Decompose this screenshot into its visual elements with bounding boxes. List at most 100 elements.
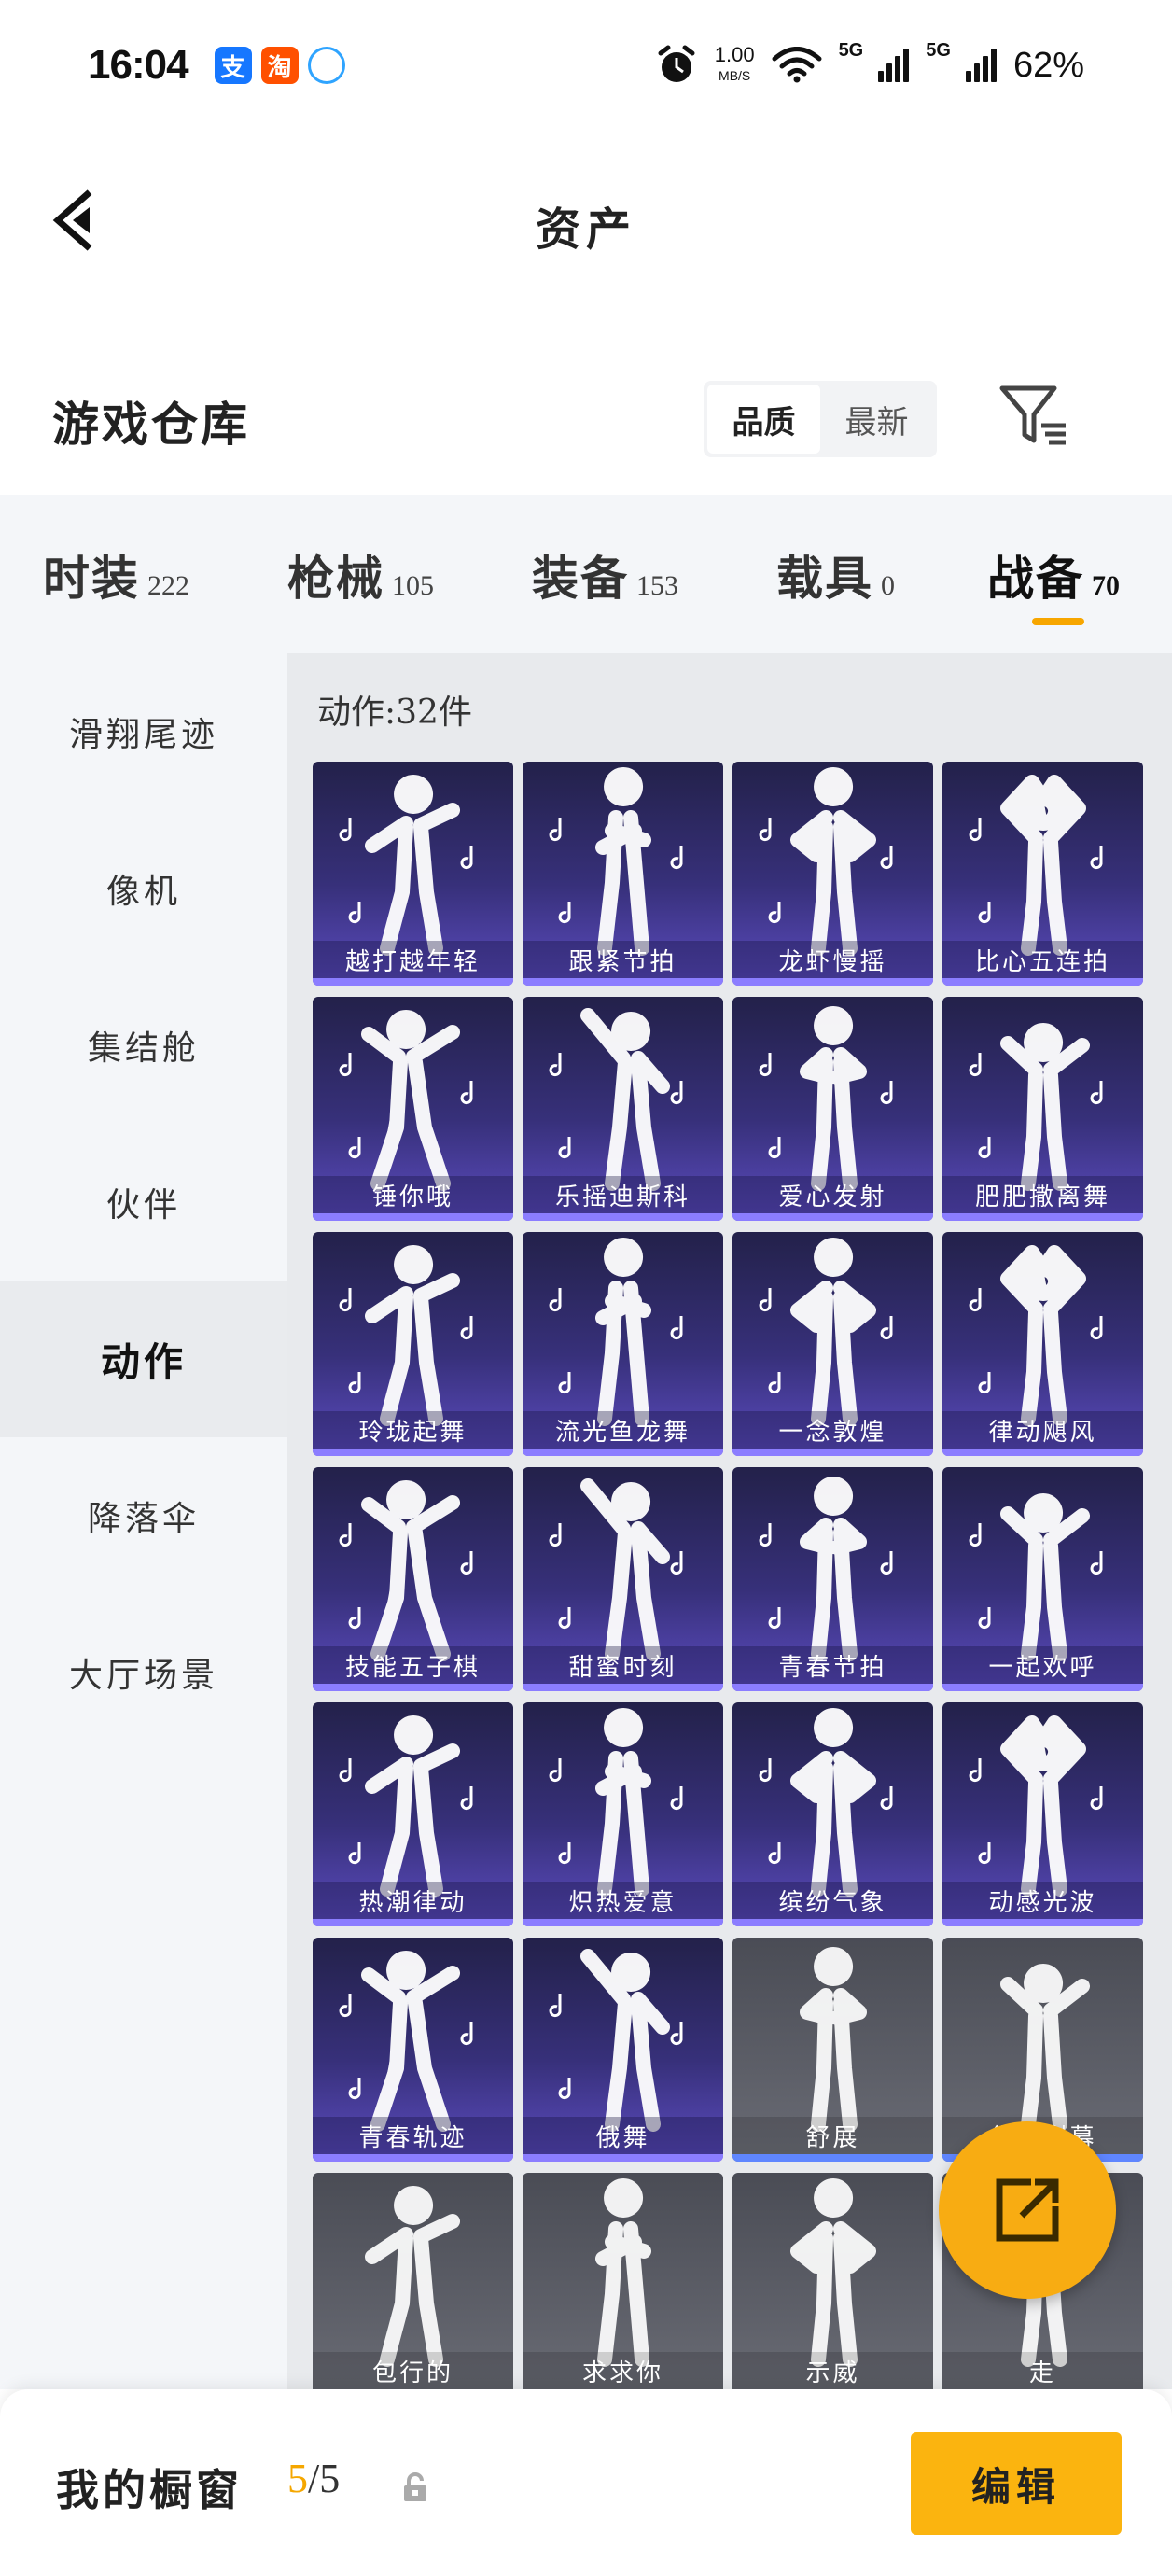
emote-card[interactable]: 一念敦煌 [732,1232,933,1456]
emote-card[interactable]: 甜蜜时刻 [523,1467,723,1691]
section-title: 游戏仓库 [52,397,250,452]
notification-icons: 支 淘 [214,47,345,84]
tab-count: 222 [147,570,189,601]
emote-card[interactable]: 技能五子棋 [313,1467,513,1691]
sidebar-item-lobby-scene[interactable]: 大厅场景 [0,1594,287,1751]
emote-card[interactable]: 锤你哦 [313,997,513,1221]
tab-label: 载具 [776,551,873,606]
emote-label: 包行的 [313,2352,513,2389]
emote-label: 律动飓风 [942,1411,1143,1449]
sidebar-item-glide-trail[interactable]: 滑翔尾迹 [0,653,287,810]
emote-label: 玲珑起舞 [313,1411,513,1449]
tab-fashion[interactable]: 时装 222 [43,541,287,653]
emote-card[interactable]: 包行的 [313,2173,513,2389]
net-type-1: 5G [838,40,864,61]
tab-label: 枪械 [287,551,384,606]
sort-newest-button[interactable]: 最新 [820,385,933,454]
emote-card[interactable]: 求求你 [523,2173,723,2389]
emote-label: 比心五连拍 [942,941,1143,978]
emote-card[interactable]: 青春节拍 [732,1467,933,1691]
net-type-2: 5G [926,40,951,61]
item-count: 动作:32件 [317,693,472,732]
emote-card[interactable]: 肥肥撒离舞 [942,997,1143,1221]
tab-readiness[interactable]: 战备 70 [987,541,1120,653]
emote-label: 动感光波 [942,1882,1143,1919]
tab-count: 0 [881,570,895,601]
emote-label: 俄舞 [523,2117,723,2154]
sort-toggle: 品质 最新 [704,381,937,457]
emote-label: 甜蜜时刻 [523,1646,723,1684]
showcase-count: 5/5 [287,2455,340,2502]
emote-card[interactable]: 越打越年轻 [313,762,513,986]
emote-label: 龙虾慢摇 [732,941,933,978]
tab-label: 时装 [43,551,140,606]
showcase-total: /5 [308,2456,341,2501]
emote-card[interactable]: 跟紧节拍 [523,762,723,986]
tab-equipment[interactable]: 装备 153 [532,541,776,653]
share-out-icon [996,2178,1059,2242]
share-button[interactable] [939,2121,1116,2299]
emote-card[interactable]: 动感光波 [942,1702,1143,1926]
emote-label: 一起欢呼 [942,1646,1143,1684]
sidebar-item-emotes[interactable]: 动作 [0,1281,287,1437]
tab-firearms[interactable]: 枪械 105 [287,541,532,653]
emote-label: 一念敦煌 [732,1411,933,1449]
emote-card[interactable]: 比心五连拍 [942,762,1143,986]
emote-card[interactable]: 舒展 [732,1938,933,2162]
tab-label: 战备 [987,551,1084,606]
showcase-used: 5 [287,2456,308,2501]
emote-card[interactable]: 玲珑起舞 [313,1232,513,1456]
clock: 16:04 [88,42,189,88]
showcase-bar: 我的橱窗 5/5 编辑 [0,2389,1172,2576]
tab-count: 153 [636,570,678,601]
emote-label: 舒展 [732,2117,933,2154]
emote-card[interactable]: 热潮律动 [313,1702,513,1926]
emote-label: 跟紧节拍 [523,941,723,978]
edit-button[interactable]: 编辑 [911,2432,1122,2535]
emote-label: 锤你哦 [313,1176,513,1213]
emote-card[interactable]: 示威 [732,2173,933,2389]
emote-card[interactable]: 乐摇迪斯科 [523,997,723,1221]
emote-card[interactable]: 炽热爱意 [523,1702,723,1926]
tab-vehicles[interactable]: 载具 0 [776,541,987,653]
emote-card[interactable]: 一起欢呼 [942,1467,1143,1691]
qq-browser-icon [307,47,345,84]
emote-label: 爱心发射 [732,1176,933,1213]
emote-label: 走 [942,2352,1143,2389]
speed-unit: MB/S [719,68,751,83]
emote-label: 肥肥撒离舞 [942,1176,1143,1213]
sidebar-item-pod[interactable]: 集结舱 [0,967,287,1124]
emote-label: 流光鱼龙舞 [523,1411,723,1449]
emote-label: 技能五子棋 [313,1646,513,1684]
emote-label: 缤纷气象 [732,1882,933,1919]
tab-count: 105 [392,570,434,601]
lock-icon [404,2472,426,2501]
filter-icon[interactable] [998,383,1071,450]
emote-card[interactable]: 流光鱼龙舞 [523,1232,723,1456]
tab-label: 装备 [532,551,629,606]
battery-level: 62% [1012,45,1084,85]
emote-card[interactable]: 龙虾慢摇 [732,762,933,986]
emote-card[interactable]: 缤纷气象 [732,1702,933,1926]
emote-label: 求求你 [523,2352,723,2389]
sidebar-item-parachute[interactable]: 降落伞 [0,1437,287,1594]
taobao-icon: 淘 [260,47,299,84]
emote-card[interactable]: 青春轨迹 [313,1938,513,2162]
category-tabs: 时装 222 枪械 105 装备 153 载具 0 战备 70 [0,495,1172,653]
network-speed: 1.00 MB/S [715,45,755,86]
emote-label: 示威 [732,2352,933,2389]
sidebar-item-camera[interactable]: 像机 [0,810,287,967]
emote-label: 青春节拍 [732,1646,933,1684]
showcase-title: 我的橱窗 [56,2465,243,2515]
sidebar: 滑翔尾迹 像机 集结舱 伙伴 动作 降落伞 大厅场景 [0,653,287,2389]
emote-card[interactable]: 俄舞 [523,1938,723,2162]
emote-card[interactable]: 律动飓风 [942,1232,1143,1456]
tab-count: 70 [1092,570,1120,601]
sort-quality-button[interactable]: 品质 [707,385,820,454]
wifi-icon [772,47,822,83]
signal-icon-2 [965,49,997,82]
sidebar-item-partner[interactable]: 伙伴 [0,1124,287,1281]
emote-card[interactable]: 爱心发射 [732,997,933,1221]
active-tab-indicator [1032,618,1084,625]
speed-value: 1.00 [714,43,755,66]
